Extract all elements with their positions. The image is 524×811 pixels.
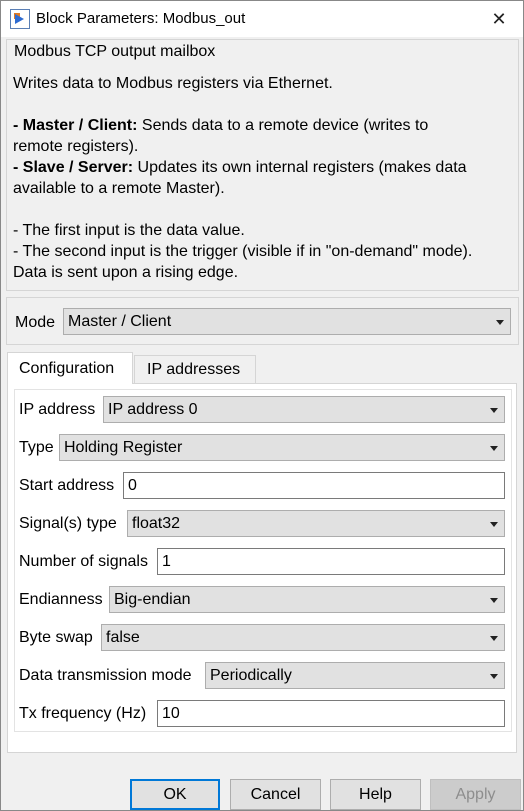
close-icon: ✕ xyxy=(491,9,507,29)
start-address-field[interactable] xyxy=(123,472,505,499)
tx-frequency-input[interactable] xyxy=(158,701,504,726)
byte-swap-label: Byte swap xyxy=(19,629,93,646)
chevron-down-icon xyxy=(490,598,498,603)
input2-description: - The second input is the trigger (visib… xyxy=(13,243,473,260)
master-description: - Master / Client: Sends data to a remot… xyxy=(13,117,429,134)
chevron-down-icon xyxy=(490,674,498,679)
chevron-down-icon xyxy=(496,320,504,325)
mode-label: Mode xyxy=(15,314,56,331)
input3-description: Data is sent upon a rising edge. xyxy=(13,264,239,281)
input1-description: - The first input is the data value. xyxy=(13,222,245,239)
apply-button[interactable]: Apply xyxy=(430,779,521,810)
type-label: Type xyxy=(19,439,54,456)
dialog-window: Block Parameters: Modbus_out ✕ Modbus TC… xyxy=(0,0,524,811)
endianness-label: Endianness xyxy=(19,591,103,608)
simulink-block-icon xyxy=(10,9,30,29)
tab-ip-addresses[interactable]: IP addresses xyxy=(134,355,256,384)
byte-swap-select[interactable]: false xyxy=(101,624,505,651)
ip-address-select[interactable]: IP address 0 xyxy=(103,396,505,423)
chevron-down-icon xyxy=(490,408,498,413)
type-select[interactable]: Holding Register xyxy=(59,434,505,461)
window-title: Block Parameters: Modbus_out xyxy=(36,10,246,27)
signal-type-select[interactable]: float32 xyxy=(127,510,505,537)
tx-mode-label: Data transmission mode xyxy=(19,667,192,684)
description-group: Modbus TCP output mailbox Writes data to… xyxy=(6,39,519,291)
tx-frequency-label: Tx frequency (Hz) xyxy=(19,705,147,722)
signal-type-label: Signal(s) type xyxy=(19,515,117,532)
chevron-down-icon xyxy=(490,446,498,451)
chevron-down-icon xyxy=(490,522,498,527)
tab-configuration[interactable]: Configuration xyxy=(7,352,133,384)
title-bar[interactable]: Block Parameters: Modbus_out ✕ xyxy=(1,1,523,37)
endianness-select[interactable]: Big-endian xyxy=(109,586,505,613)
tx-mode-select[interactable]: Periodically xyxy=(205,662,505,689)
description-text: Writes data to Modbus registers via Ethe… xyxy=(13,73,513,283)
tx-frequency-field[interactable] xyxy=(157,700,505,727)
ip-address-label: IP address xyxy=(19,401,96,418)
ok-button[interactable]: OK xyxy=(130,779,220,810)
number-of-signals-field[interactable] xyxy=(157,548,505,575)
number-of-signals-label: Number of signals xyxy=(19,553,148,570)
help-button[interactable]: Help xyxy=(330,779,421,810)
chevron-down-icon xyxy=(490,636,498,641)
mode-select[interactable]: Master / Client xyxy=(63,308,511,335)
description-line: Writes data to Modbus registers via Ethe… xyxy=(13,75,333,92)
master-description-cont: remote registers). xyxy=(13,138,139,155)
description-group-title: Modbus TCP output mailbox xyxy=(14,43,216,60)
number-of-signals-input[interactable] xyxy=(158,549,504,574)
start-address-label: Start address xyxy=(19,477,115,494)
slave-description-cont: available to a remote Master). xyxy=(13,180,225,197)
close-button[interactable]: ✕ xyxy=(487,7,511,31)
mode-group: Mode Master / Client xyxy=(6,297,519,345)
cancel-button[interactable]: Cancel xyxy=(230,779,321,810)
start-address-input[interactable] xyxy=(124,473,504,498)
slave-description: - Slave / Server: Updates its own intern… xyxy=(13,159,467,176)
